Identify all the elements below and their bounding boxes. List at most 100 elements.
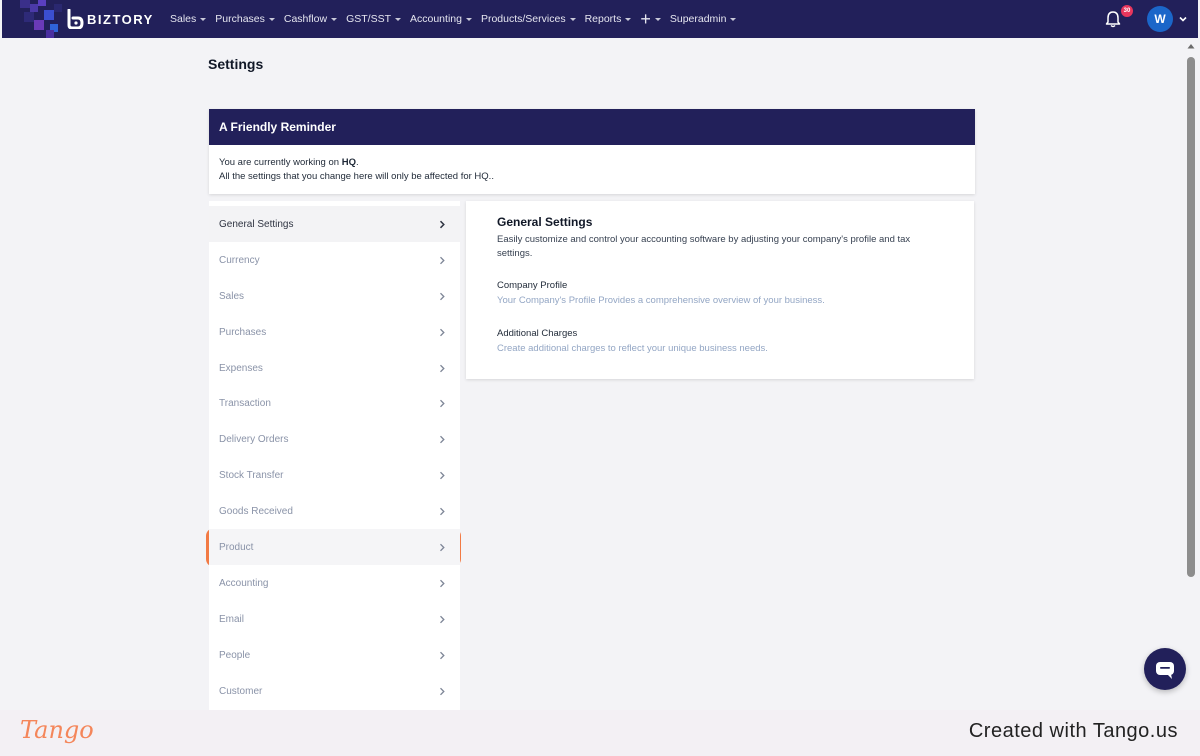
- sidebar-item-goods-received[interactable]: Goods Received: [209, 493, 460, 529]
- chevron-down-icon[interactable]: [1178, 14, 1188, 24]
- nav-label: GST/SST: [346, 13, 391, 25]
- nav-superadmin[interactable]: Superadmin: [670, 13, 737, 25]
- chevron-right-icon: [440, 292, 445, 301]
- friendly-reminder-card: A Friendly Reminder You are currently wo…: [209, 109, 975, 194]
- nav-products-services[interactable]: Products/Services: [481, 13, 576, 25]
- brand-name: BIZTORY: [87, 11, 154, 27]
- nav-label: Sales: [170, 13, 197, 25]
- sidebar-item-label: Goods Received: [219, 505, 293, 517]
- sidebar-item-delivery-orders[interactable]: Delivery Orders: [209, 421, 460, 457]
- page-title: Settings: [208, 56, 264, 72]
- chevron-down-icon: [200, 18, 207, 21]
- chevron-right-icon: [440, 687, 445, 696]
- chevron-down-icon: [268, 18, 275, 21]
- chevron-right-icon: [440, 471, 445, 480]
- sidebar-item-people[interactable]: People: [209, 637, 460, 673]
- nav-cashflow[interactable]: Cashflow: [283, 13, 338, 25]
- chevron-down-icon: [569, 18, 576, 21]
- chevron-right-icon: [440, 507, 445, 516]
- panel-description: Easily customize and control your accoun…: [497, 234, 911, 259]
- nav-label: Accounting: [410, 13, 462, 25]
- chevron-right-icon: [440, 543, 445, 552]
- sidebar-item-label: Customer: [219, 685, 263, 697]
- chevron-right-icon: [440, 435, 445, 444]
- chevron-down-icon: [395, 18, 401, 21]
- scroll-up-arrow-icon[interactable]: [1187, 42, 1195, 50]
- settings-sidebar: General Settings Currency Sales Purchase…: [209, 201, 460, 710]
- chevron-right-icon: [439, 220, 445, 229]
- reminder-line-1: You are currently working on HQ.: [219, 156, 965, 170]
- nav-label: Reports: [584, 13, 622, 25]
- chevron-right-icon: [440, 399, 445, 408]
- sidebar-item-accounting[interactable]: Accounting: [209, 565, 460, 601]
- notification-badge: 30: [1121, 5, 1133, 17]
- sidebar-item-general-settings[interactable]: General Settings: [209, 206, 460, 242]
- bell-icon[interactable]: [1105, 10, 1121, 28]
- sidebar-item-label: Transaction: [219, 397, 271, 409]
- sidebar-item-label: Delivery Orders: [219, 433, 289, 445]
- sidebar-item-label: Product: [219, 541, 254, 553]
- sidebar-item-purchases[interactable]: Purchases: [209, 314, 460, 350]
- nav-label: Cashflow: [283, 13, 328, 25]
- plus-icon: +: [640, 9, 651, 29]
- scrollbar-thumb[interactable]: [1187, 57, 1195, 577]
- reminder-line-2: All the settings that you change here wi…: [219, 171, 494, 182]
- chevron-down-icon: [465, 18, 472, 21]
- tango-credit: Created with Tango.us: [968, 720, 1178, 742]
- settings-link-additional-charges[interactable]: Additional Charges Create additional cha…: [497, 328, 943, 354]
- chevron-right-icon: [440, 651, 445, 660]
- settings-link-description: Create additional charges to reflect you…: [497, 343, 768, 354]
- chevron-down-icon: [625, 18, 632, 21]
- chevron-right-icon: [440, 364, 445, 373]
- sidebar-item-label: Expenses: [219, 362, 263, 374]
- chat-widget-button[interactable]: [1144, 648, 1186, 690]
- sidebar-item-customer[interactable]: Customer: [209, 673, 460, 709]
- nav-reports[interactable]: Reports: [585, 13, 632, 25]
- reminder-title: A Friendly Reminder: [209, 109, 975, 145]
- sidebar-item-currency[interactable]: Currency: [209, 242, 460, 278]
- sidebar-item-label: Stock Transfer: [219, 469, 284, 481]
- biztory-logo-icon: [67, 9, 84, 29]
- chevron-right-icon: [440, 328, 445, 337]
- avatar[interactable]: W: [1147, 6, 1173, 32]
- nav-purchases[interactable]: Purchases: [215, 13, 275, 25]
- sidebar-item-label: Purchases: [219, 326, 267, 338]
- reminder-text: .: [355, 157, 359, 168]
- chevron-down-icon: [730, 18, 737, 21]
- brand-logo[interactable]: BIZTORY: [66, 9, 154, 29]
- top-navbar: BIZTORY Sales Purchases Cashflow GST/SST…: [2, 0, 1198, 38]
- sidebar-item-email[interactable]: Email: [209, 601, 460, 637]
- nav-quick-add[interactable]: +: [640, 10, 661, 28]
- sidebar-item-product[interactable]: Product: [209, 529, 460, 565]
- general-settings-panel: General Settings Easily customize and co…: [466, 201, 974, 379]
- chevron-down-icon: [654, 18, 661, 21]
- nav-sales[interactable]: Sales: [170, 13, 207, 25]
- tango-logo: Tango: [20, 716, 94, 744]
- panel-title: General Settings: [497, 215, 593, 229]
- sidebar-item-stock-transfer[interactable]: Stock Transfer: [209, 457, 460, 493]
- nav-label: Superadmin: [669, 13, 727, 25]
- chevron-right-icon: [440, 579, 445, 588]
- sidebar-item-label: Email: [219, 613, 245, 625]
- sidebar-item-expenses[interactable]: Expenses: [209, 350, 460, 386]
- sidebar-item-transaction[interactable]: Transaction: [209, 385, 460, 421]
- sidebar-item-sales[interactable]: Sales: [209, 278, 460, 314]
- sidebar-item-label: Currency: [219, 254, 260, 266]
- chevron-right-icon: [440, 256, 445, 265]
- chevron-right-icon: [440, 615, 445, 624]
- settings-link-title: Additional Charges: [497, 328, 578, 339]
- reminder-text: You are currently working on: [219, 157, 342, 168]
- sidebar-item-label: General Settings: [219, 218, 294, 230]
- reminder-location: HQ: [341, 157, 356, 168]
- settings-link-company-profile[interactable]: Company Profile Your Company's Profile P…: [497, 280, 943, 306]
- nav-label: Purchases: [215, 13, 265, 25]
- chat-bubble-icon: [1156, 662, 1174, 679]
- nav-accounting[interactable]: Accounting: [410, 13, 472, 25]
- chevron-down-icon: [331, 18, 338, 21]
- sidebar-item-label: Accounting: [219, 577, 269, 589]
- brand-pixel-decoration: [20, 0, 64, 38]
- nav-gst-sst[interactable]: GST/SST: [346, 13, 401, 25]
- main-menu: Sales Purchases Cashflow GST/SST Account…: [170, 0, 745, 38]
- reminder-body: You are currently working on HQ. All the…: [209, 145, 975, 195]
- settings-link-description: Your Company's Profile Provides a compre…: [497, 295, 825, 306]
